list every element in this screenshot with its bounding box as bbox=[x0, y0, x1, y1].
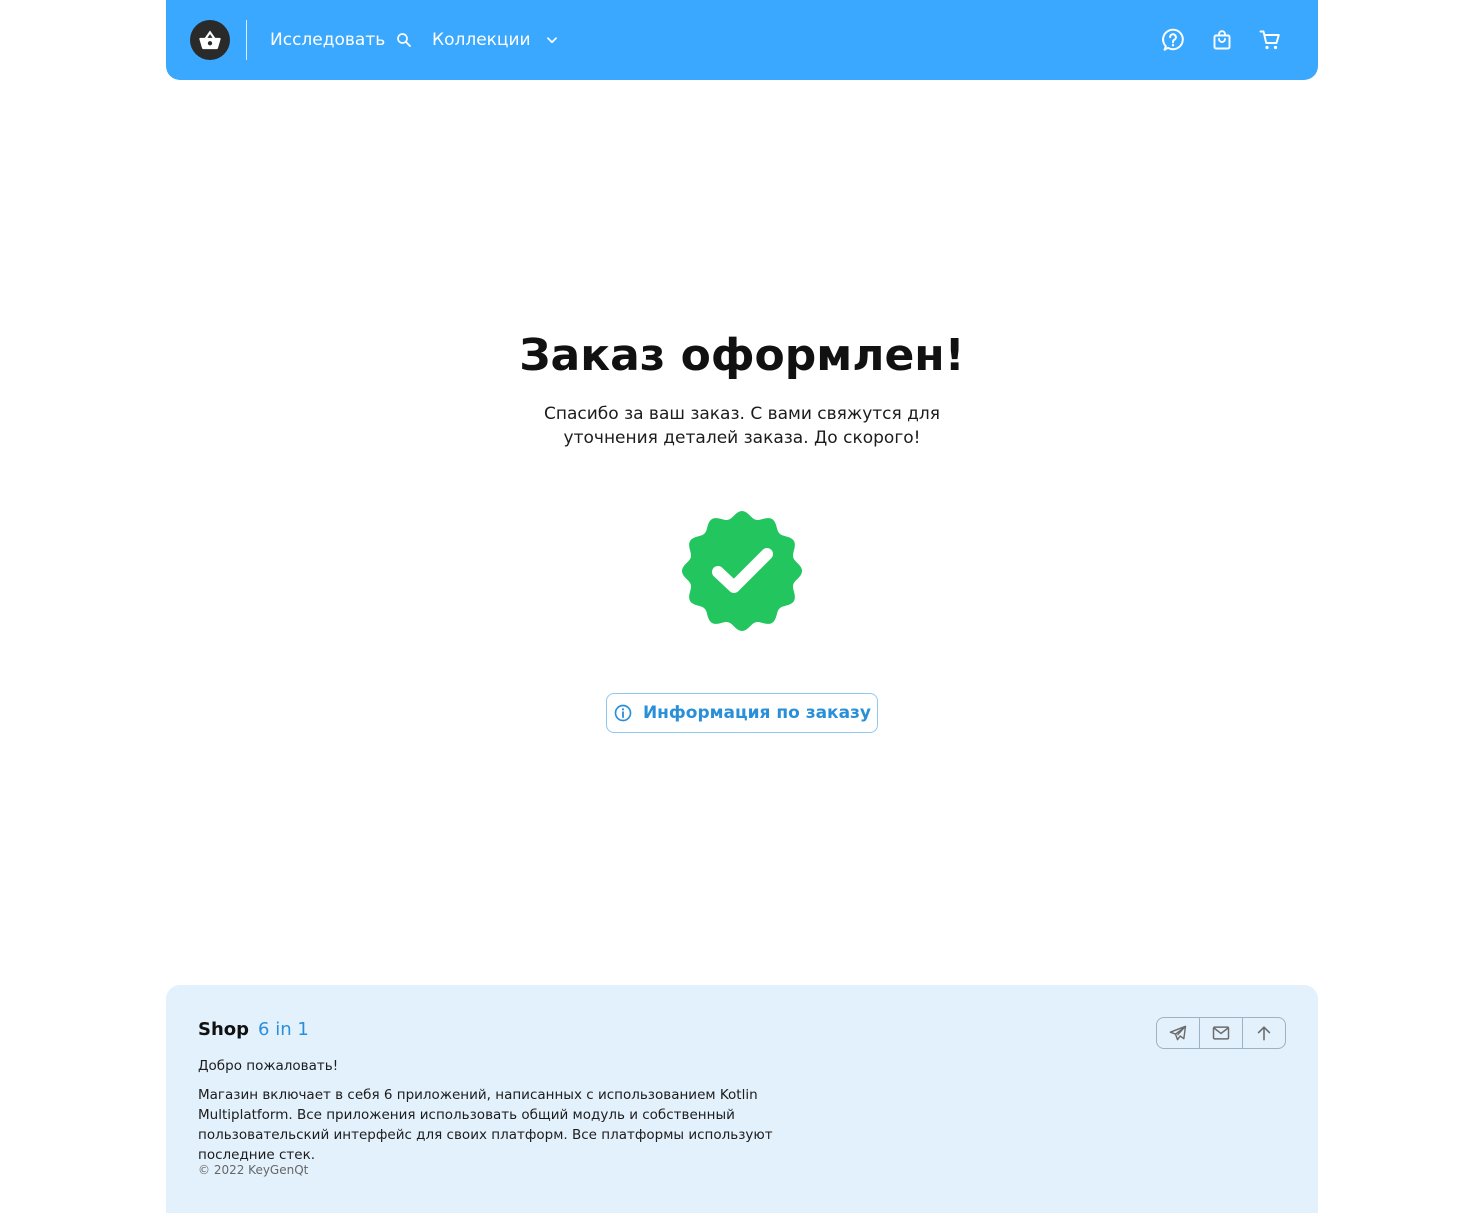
info-icon bbox=[614, 704, 632, 722]
order-info-button-label: Информация по заказу bbox=[642, 703, 872, 723]
header-divider bbox=[246, 20, 247, 60]
footer-brand: Shop 6 in 1 bbox=[198, 1019, 309, 1040]
search-icon bbox=[397, 33, 412, 47]
footer: Shop 6 in 1 Добро пожаловать! Магазин вк… bbox=[166, 985, 1318, 1213]
footer-description: Магазин включает в себя 6 приложений, на… bbox=[198, 1087, 773, 1163]
nav-collections-label: Коллекции bbox=[432, 30, 531, 50]
logo[interactable] bbox=[190, 20, 230, 60]
nav-explore-label: Исследовать bbox=[270, 30, 386, 50]
orders-button[interactable] bbox=[1208, 26, 1236, 54]
page-title: Заказ оформлен! bbox=[519, 330, 965, 381]
chevron-down-icon bbox=[546, 37, 557, 44]
scroll-top-button[interactable] bbox=[1242, 1018, 1285, 1048]
nav-explore[interactable]: Исследовать bbox=[270, 28, 413, 52]
help-button[interactable] bbox=[1159, 26, 1187, 54]
verified-badge-icon bbox=[682, 511, 802, 631]
footer-copyright: © 2022 KeyGenQt bbox=[198, 1163, 309, 1177]
shopping-bag-icon bbox=[1213, 30, 1231, 50]
page-subtitle: Спасибо за ваш заказ. С вами свяжутся дл… bbox=[543, 404, 940, 448]
brand-name: Shop bbox=[198, 1019, 250, 1040]
help-icon bbox=[1162, 28, 1184, 51]
email-button[interactable] bbox=[1199, 1018, 1242, 1048]
arrow-up-icon bbox=[1257, 1026, 1271, 1041]
footer-actions bbox=[1156, 1017, 1286, 1049]
telegram-icon bbox=[1169, 1025, 1187, 1041]
shopping-basket-icon bbox=[199, 30, 221, 50]
cart-button[interactable] bbox=[1256, 26, 1284, 54]
telegram-button[interactable] bbox=[1157, 1018, 1199, 1048]
email-icon bbox=[1212, 1026, 1230, 1040]
order-info-button[interactable]: Информация по заказу bbox=[606, 693, 878, 733]
top-app-bar: Исследовать Коллекции bbox=[166, 0, 1318, 80]
brand-subtitle: 6 in 1 bbox=[258, 1019, 309, 1040]
cart-icon bbox=[1259, 30, 1280, 50]
footer-welcome: Добро пожаловать! bbox=[198, 1058, 339, 1074]
nav-collections-dropdown[interactable]: Коллекции bbox=[432, 28, 561, 52]
